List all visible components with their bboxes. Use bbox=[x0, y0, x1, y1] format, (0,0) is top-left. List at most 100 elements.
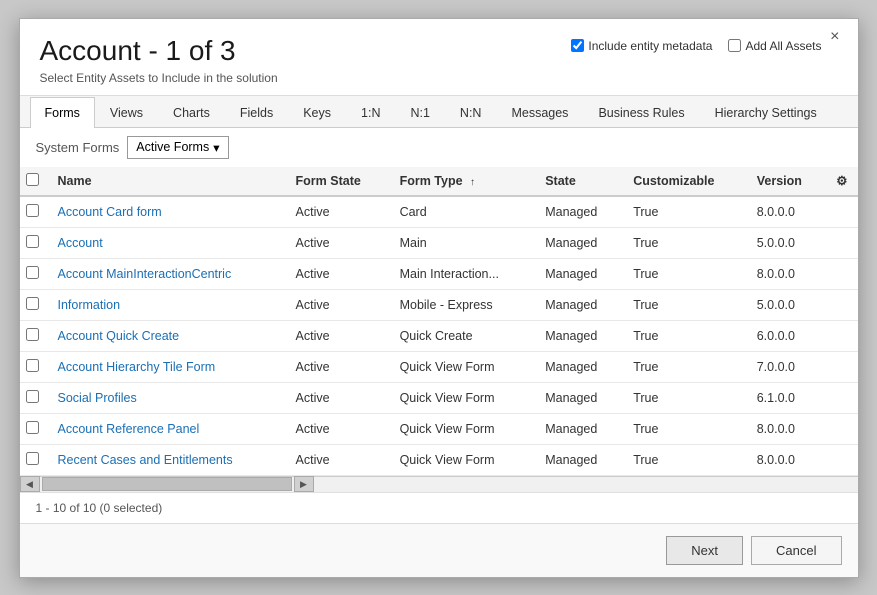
row-name-link[interactable]: Account Hierarchy Tile Form bbox=[58, 360, 216, 374]
row-name-link[interactable]: Account Card form bbox=[58, 205, 162, 219]
horizontal-scrollbar[interactable]: ◀ ▶ bbox=[20, 476, 858, 492]
add-all-assets-checkbox[interactable] bbox=[728, 39, 741, 52]
row-checkbox-cell[interactable] bbox=[20, 289, 48, 320]
row-name-cell: Account Reference Panel bbox=[48, 413, 286, 444]
filter-button-label: Active Forms bbox=[136, 140, 209, 154]
tab-messages[interactable]: Messages bbox=[496, 97, 583, 128]
table-header-row: Name Form State Form Type ↑ State bbox=[20, 167, 858, 196]
horizontal-scroll-thumb[interactable] bbox=[42, 477, 292, 491]
tab-forms[interactable]: Forms bbox=[30, 97, 95, 128]
add-all-assets-label: Add All Assets bbox=[745, 39, 821, 53]
row-checkbox[interactable] bbox=[26, 452, 39, 465]
state-column-header[interactable]: State bbox=[535, 167, 623, 196]
state-column-label: State bbox=[545, 174, 576, 188]
row-version-cell: 8.0.0.0 bbox=[747, 444, 827, 475]
row-checkbox[interactable] bbox=[26, 297, 39, 310]
tab-nn[interactable]: N:N bbox=[445, 97, 497, 128]
forms-table: Name Form State Form Type ↑ State bbox=[20, 167, 858, 476]
tab-charts[interactable]: Charts bbox=[158, 97, 225, 128]
include-metadata-option[interactable]: Include entity metadata bbox=[571, 39, 712, 53]
name-column-label: Name bbox=[58, 174, 92, 188]
include-metadata-checkbox[interactable] bbox=[571, 39, 584, 52]
row-state-cell: Managed bbox=[535, 196, 623, 228]
row-version-cell: 8.0.0.0 bbox=[747, 258, 827, 289]
name-column-header[interactable]: Name bbox=[48, 167, 286, 196]
check-all-header[interactable] bbox=[20, 167, 48, 196]
active-forms-filter-button[interactable]: Active Forms ▾ bbox=[127, 136, 228, 159]
form-type-column-header[interactable]: Form Type ↑ bbox=[390, 167, 536, 196]
tab-business-rules[interactable]: Business Rules bbox=[583, 97, 699, 128]
row-checkbox[interactable] bbox=[26, 328, 39, 341]
row-checkbox-cell[interactable] bbox=[20, 444, 48, 475]
add-all-assets-option[interactable]: Add All Assets bbox=[728, 39, 821, 53]
row-name-link[interactable]: Recent Cases and Entitlements bbox=[58, 453, 233, 467]
row-checkbox-cell[interactable] bbox=[20, 258, 48, 289]
row-name-link[interactable]: Information bbox=[58, 298, 121, 312]
row-settings-cell bbox=[826, 258, 857, 289]
row-checkbox-cell[interactable] bbox=[20, 196, 48, 228]
row-customizable-cell: True bbox=[623, 289, 747, 320]
row-checkbox[interactable] bbox=[26, 390, 39, 403]
tab-n1[interactable]: N:1 bbox=[395, 97, 444, 128]
cancel-button[interactable]: Cancel bbox=[751, 536, 841, 565]
row-customizable-cell: True bbox=[623, 444, 747, 475]
row-state-cell: Managed bbox=[535, 227, 623, 258]
next-button[interactable]: Next bbox=[666, 536, 743, 565]
row-form-type-cell: Quick View Form bbox=[390, 413, 536, 444]
row-customizable-cell: True bbox=[623, 320, 747, 351]
customizable-column-header[interactable]: Customizable bbox=[623, 167, 747, 196]
table-wrapper[interactable]: Name Form State Form Type ↑ State bbox=[20, 167, 858, 476]
row-checkbox-cell[interactable] bbox=[20, 413, 48, 444]
sort-arrow-icon: ↑ bbox=[470, 177, 475, 188]
tab-hierarchy-settings[interactable]: Hierarchy Settings bbox=[700, 97, 832, 128]
row-name-link[interactable]: Account Reference Panel bbox=[58, 422, 200, 436]
row-customizable-cell: True bbox=[623, 413, 747, 444]
table-container: Name Form State Form Type ↑ State bbox=[20, 167, 858, 492]
row-checkbox-cell[interactable] bbox=[20, 351, 48, 382]
row-name-link[interactable]: Account Quick Create bbox=[58, 329, 180, 343]
form-state-column-header[interactable]: Form State bbox=[286, 167, 390, 196]
row-form-state-cell: Active bbox=[286, 227, 390, 258]
row-checkbox-cell[interactable] bbox=[20, 320, 48, 351]
row-form-state-cell: Active bbox=[286, 382, 390, 413]
row-settings-cell bbox=[826, 289, 857, 320]
row-name-link[interactable]: Account bbox=[58, 236, 103, 250]
dropdown-arrow-icon: ▾ bbox=[213, 140, 219, 155]
pagination-text: 1 - 10 of 10 (0 selected) bbox=[36, 501, 163, 515]
row-form-state-cell: Active bbox=[286, 196, 390, 228]
tab-views[interactable]: Views bbox=[95, 97, 158, 128]
close-button[interactable]: × bbox=[824, 27, 845, 47]
row-settings-cell bbox=[826, 320, 857, 351]
row-state-cell: Managed bbox=[535, 351, 623, 382]
row-name-link[interactable]: Account MainInteractionCentric bbox=[58, 267, 232, 281]
scroll-left-button[interactable]: ◀ bbox=[20, 476, 40, 492]
tab-keys[interactable]: Keys bbox=[288, 97, 346, 128]
tab-1n[interactable]: 1:N bbox=[346, 97, 395, 128]
tab-fields[interactable]: Fields bbox=[225, 97, 288, 128]
row-settings-cell bbox=[826, 227, 857, 258]
row-state-cell: Managed bbox=[535, 382, 623, 413]
version-column-label: Version bbox=[757, 174, 802, 188]
row-checkbox[interactable] bbox=[26, 359, 39, 372]
row-checkbox[interactable] bbox=[26, 266, 39, 279]
row-checkbox[interactable] bbox=[26, 204, 39, 217]
row-checkbox[interactable] bbox=[26, 421, 39, 434]
scroll-right-button[interactable]: ▶ bbox=[294, 476, 314, 492]
table-row: Social Profiles Active Quick View Form M… bbox=[20, 382, 858, 413]
version-column-header[interactable]: Version bbox=[747, 167, 827, 196]
row-checkbox-cell[interactable] bbox=[20, 382, 48, 413]
row-checkbox[interactable] bbox=[26, 235, 39, 248]
row-name-link[interactable]: Social Profiles bbox=[58, 391, 137, 405]
row-state-cell: Managed bbox=[535, 444, 623, 475]
system-forms-label: System Forms bbox=[36, 140, 120, 155]
table-row: Account MainInteractionCentric Active Ma… bbox=[20, 258, 858, 289]
row-checkbox-cell[interactable] bbox=[20, 227, 48, 258]
row-name-cell: Account MainInteractionCentric bbox=[48, 258, 286, 289]
settings-column-header[interactable]: ⚙ bbox=[826, 167, 857, 196]
row-settings-cell bbox=[826, 382, 857, 413]
filter-row: System Forms Active Forms ▾ bbox=[20, 128, 858, 167]
row-form-type-cell: Quick View Form bbox=[390, 351, 536, 382]
pagination-row: 1 - 10 of 10 (0 selected) bbox=[20, 492, 858, 523]
check-all-checkbox[interactable] bbox=[26, 173, 39, 186]
row-settings-cell bbox=[826, 413, 857, 444]
